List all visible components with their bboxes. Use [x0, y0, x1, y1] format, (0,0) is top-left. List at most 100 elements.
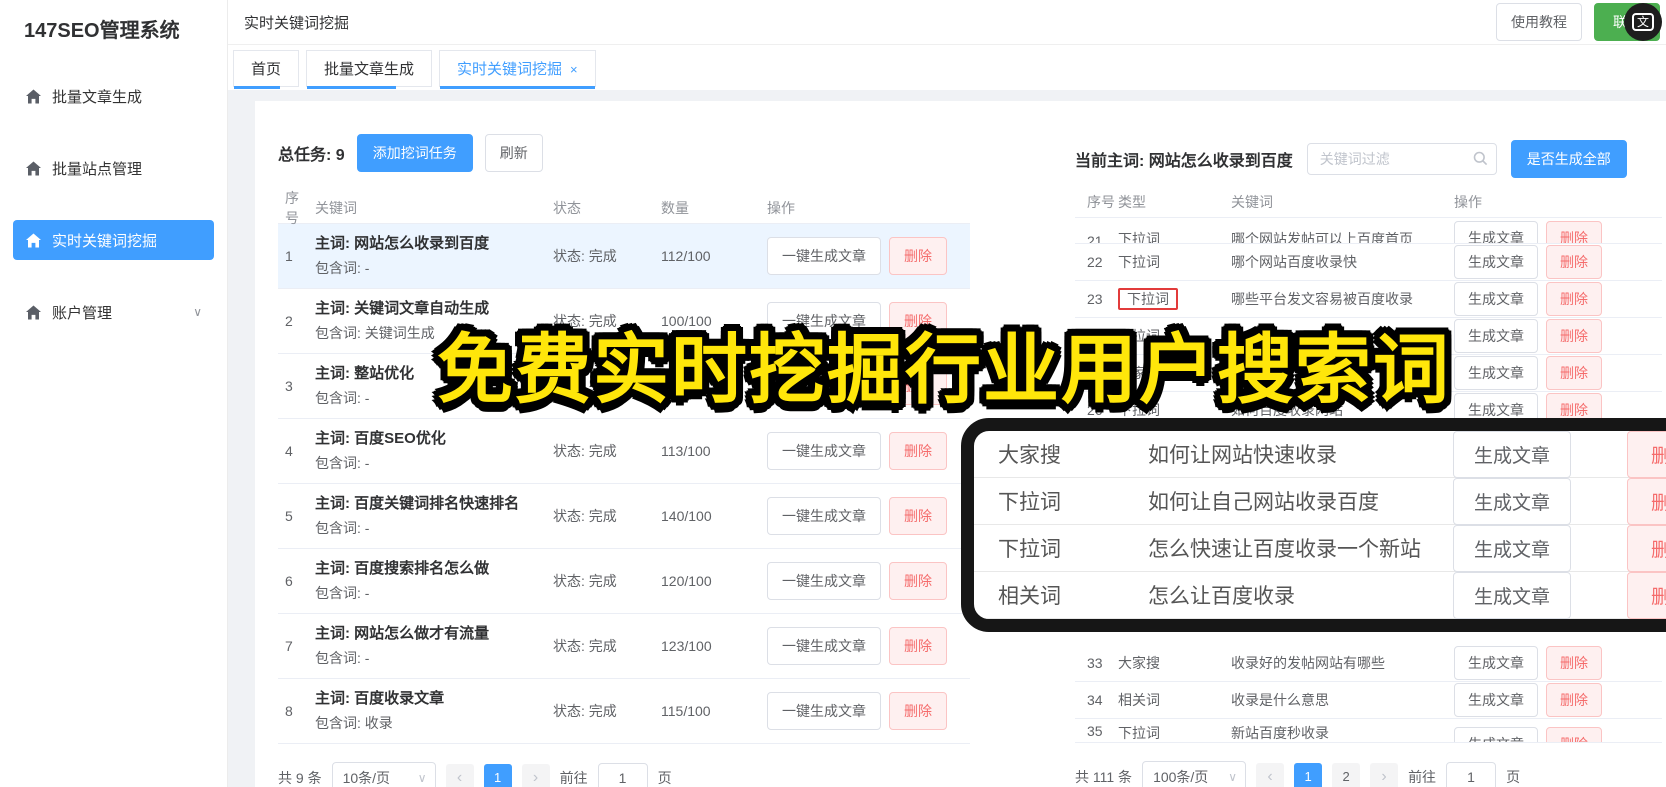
- task-row-ops: 一键生成文章 删除: [767, 692, 970, 730]
- inset-row-keyword: 怎么让百度收录: [1148, 585, 1295, 608]
- task-row-keyword: 主词: 百度SEO优化 包含词: -: [315, 427, 553, 475]
- delete-keyword-button[interactable]: 删除: [1627, 524, 1666, 572]
- delete-task-button[interactable]: 删除: [889, 497, 947, 535]
- next-page-button[interactable]: ›: [521, 763, 550, 787]
- keyword-row-no: 21: [1087, 233, 1103, 244]
- task-row-count: 112/100: [661, 248, 711, 264]
- next-page-button[interactable]: ›: [1370, 762, 1399, 787]
- tasks-toolbar: 总任务: 9 添加挖词任务 刷新: [278, 134, 970, 172]
- task-row-count: 115/100: [661, 703, 711, 719]
- delete-keyword-button[interactable]: 删除: [1546, 727, 1602, 742]
- generate-article-button[interactable]: 生成文章: [1454, 727, 1538, 742]
- total-tasks-text: 总任务:: [278, 147, 332, 164]
- delete-task-button[interactable]: 删除: [889, 237, 947, 275]
- task-row-no: 6: [285, 573, 293, 589]
- keyword-row-type: 下拉词: [1118, 252, 1231, 272]
- inset-row: 相关词 怎么让百度收录 生成文章 删除: [974, 571, 1666, 619]
- task-row[interactable]: 4 主词: 百度SEO优化 包含词: - 状态: 完成 113/100 一键生成文章 删除: [278, 419, 970, 484]
- one-click-generate-article-button[interactable]: 一键生成文章: [767, 432, 881, 470]
- tab-实时关键词挖掘[interactable]: 实时关键词挖掘 ×: [439, 50, 596, 89]
- generate-article-button[interactable]: 生成文章: [1454, 356, 1538, 390]
- tab-批量文章生成[interactable]: 批量文章生成: [306, 50, 433, 89]
- delete-task-button[interactable]: 删除: [889, 432, 947, 470]
- sidebar-item-label: 批量站点管理: [52, 160, 143, 178]
- task-row-status: 状态: 完成: [553, 573, 617, 589]
- refresh-button[interactable]: 刷新: [484, 134, 543, 172]
- page-button-1[interactable]: 1: [1294, 762, 1323, 787]
- page-button-2[interactable]: 2: [1332, 762, 1361, 787]
- delete-keyword-button[interactable]: 删除: [1627, 431, 1666, 478]
- task-row[interactable]: 1 主词: 网站怎么收录到百度 包含词: - 状态: 完成 112/100 一键生成文章删…: [278, 224, 970, 289]
- floating-widget-icon[interactable]: 文: [1624, 3, 1662, 41]
- delete-task-button[interactable]: 删除: [889, 692, 947, 730]
- sidebar-item-批量站点管理[interactable]: 批量站点管理: [13, 148, 214, 188]
- add-mining-task-button[interactable]: 添加挖词任务: [356, 134, 473, 172]
- generate-article-button[interactable]: 生成文章: [1454, 646, 1538, 680]
- task-row[interactable]: 5 主词: 百度关键词排名快速排名 包含词: - 状态: 完成 140/100 一键生成文…: [278, 484, 970, 549]
- keyword-row-ops: 生成文章删除: [1454, 319, 1662, 353]
- page-size-select[interactable]: 100条/页 ∨: [1142, 761, 1247, 787]
- task-row-count: 120/100: [661, 573, 712, 589]
- page-button-1[interactable]: 1: [483, 763, 512, 787]
- page-size-select[interactable]: 10条/页 ∨: [331, 762, 436, 787]
- prev-page-button[interactable]: ‹: [445, 763, 474, 787]
- delete-keyword-button[interactable]: 删除: [1546, 356, 1602, 390]
- keyword-row-type: 大家搜: [1118, 653, 1231, 673]
- delete-keyword-button[interactable]: 删除: [1546, 245, 1602, 279]
- generate-article-button[interactable]: 生成文章: [1453, 431, 1571, 478]
- generate-all-button[interactable]: 是否生成全部: [1510, 140, 1627, 178]
- task-row-ops: 一键生成文章 删除: [767, 627, 970, 665]
- chevron-down-icon: ∨: [1228, 769, 1238, 784]
- sidebar-item-账户管理[interactable]: 账户管理 ∨: [13, 292, 214, 332]
- delete-keyword-button[interactable]: 删除: [1546, 683, 1602, 717]
- current-main-word-label: 当前主词: 网站怎么收录到百度: [1075, 153, 1293, 170]
- generate-article-button[interactable]: 生成文章: [1453, 477, 1571, 525]
- header-bar: 实时关键词挖掘 使用教程 联系: [228, 0, 1666, 45]
- tab-首页[interactable]: 首页: [233, 50, 300, 89]
- tasks-panel: 总任务: 9 添加挖词任务 刷新 序号 关键词 状态 数量 操作 1 主词: 网站…: [278, 101, 970, 787]
- one-click-generate-article-button[interactable]: 一键生成文章: [767, 562, 881, 600]
- delete-keyword-button[interactable]: 删除: [1546, 221, 1602, 243]
- promo-banner-text: 免费实时挖掘行业用户搜索词: [437, 328, 1451, 413]
- generate-article-button[interactable]: 生成文章: [1454, 245, 1538, 279]
- one-click-generate-article-button[interactable]: 一键生成文章: [767, 627, 881, 665]
- task-main-word: 主词: 网站怎么收录到百度: [315, 235, 490, 252]
- home-icon: [26, 305, 41, 319]
- keyword-row-no: 35: [1087, 723, 1103, 739]
- goto-page-input[interactable]: [1446, 762, 1497, 787]
- task-row[interactable]: 6 主词: 百度搜索排名怎么做 包含词: - 状态: 完成 120/100 一键生成文章删…: [278, 549, 970, 614]
- delete-task-button[interactable]: 删除: [889, 627, 947, 665]
- one-click-generate-article-button[interactable]: 一键生成文章: [767, 497, 881, 535]
- generate-article-button[interactable]: 生成文章: [1454, 683, 1538, 717]
- generate-article-button[interactable]: 生成文章: [1454, 282, 1538, 316]
- delete-keyword-button[interactable]: 删除: [1546, 282, 1602, 316]
- generate-article-button[interactable]: 生成文章: [1454, 319, 1538, 353]
- goto-page-input[interactable]: [597, 763, 648, 787]
- sidebar-item-实时关键词挖掘[interactable]: 实时关键词挖掘: [13, 220, 214, 260]
- delete-task-button[interactable]: 删除: [889, 562, 947, 600]
- generate-article-button[interactable]: 生成文章: [1453, 524, 1571, 572]
- column-no: 序号: [1087, 193, 1115, 210]
- task-row-ops: 一键生成文章 删除: [767, 497, 970, 535]
- keyword-type-label: 下拉词: [1118, 254, 1160, 270]
- sidebar-item-批量文章生成[interactable]: 批量文章生成: [13, 76, 214, 116]
- keyword-row-keyword: 新站百度秒收录: [1231, 725, 1329, 741]
- keyword-row-type: 下拉词: [1118, 723, 1231, 742]
- generate-article-button[interactable]: 生成文章: [1453, 571, 1571, 619]
- one-click-generate-article-button[interactable]: 一键生成文章: [767, 237, 881, 275]
- one-click-generate-article-button[interactable]: 一键生成文章: [767, 692, 881, 730]
- delete-keyword-button[interactable]: 删除: [1546, 646, 1602, 680]
- generate-article-button[interactable]: 生成文章: [1454, 221, 1538, 243]
- close-tab-icon[interactable]: ×: [570, 62, 578, 77]
- prev-page-button[interactable]: ‹: [1256, 762, 1285, 787]
- inset-row-type: 下拉词: [998, 491, 1061, 514]
- help-tutorial-button[interactable]: 使用教程: [1496, 3, 1582, 41]
- total-tasks-value: 9: [335, 147, 345, 164]
- task-row[interactable]: 8 主词: 百度收录文章 包含词: 收录 状态: 完成 115/100 一键生成文章 删除: [278, 679, 970, 744]
- delete-keyword-button[interactable]: 删除: [1627, 477, 1666, 525]
- task-row[interactable]: 7 主词: 网站怎么做才有流量 包含词: - 状态: 完成 123/100 一键生成文章删…: [278, 614, 970, 679]
- delete-keyword-button[interactable]: 删除: [1627, 571, 1666, 619]
- keyword-row-ops: 生成文章删除: [1454, 646, 1662, 680]
- delete-keyword-button[interactable]: 删除: [1546, 319, 1602, 353]
- keyword-filter-input[interactable]: [1306, 143, 1497, 175]
